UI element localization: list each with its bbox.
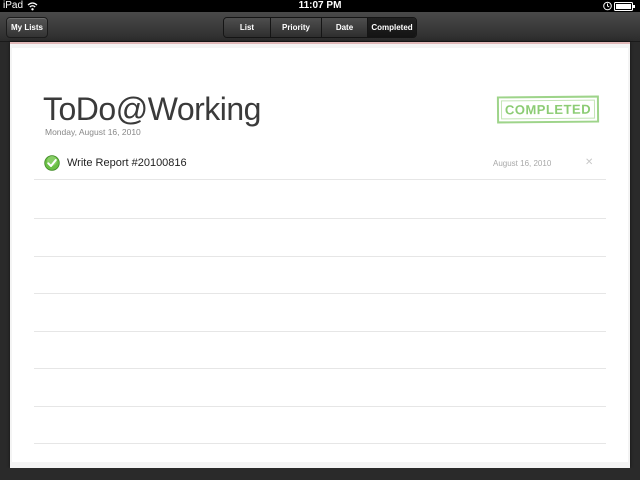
toolbar: My Lists List Priority Date Completed [0, 12, 640, 42]
ruled-line [34, 406, 606, 407]
segment-completed[interactable]: Completed [368, 18, 416, 37]
delete-icon[interactable]: ✕ [585, 157, 593, 168]
segment-list[interactable]: List [224, 18, 271, 37]
sort-segmented-control: List Priority Date Completed [223, 17, 417, 38]
my-lists-button[interactable]: My Lists [6, 17, 48, 38]
segment-priority[interactable]: Priority [271, 18, 322, 37]
battery-icon [614, 2, 635, 11]
ruled-line [34, 368, 606, 369]
task-label[interactable]: Write Report #20100816 [67, 157, 187, 169]
ruled-line [34, 218, 606, 219]
check-icon[interactable] [44, 155, 60, 171]
status-bar: iPad 11:07 PM [0, 0, 640, 12]
completed-stamp: COMPLETED [496, 95, 600, 124]
status-time: 11:07 PM [298, 0, 342, 11]
list-date: Monday, August 16, 2010 [45, 127, 141, 137]
ruled-line [34, 443, 606, 444]
ruled-line [34, 256, 606, 257]
bottom-bar [0, 468, 640, 480]
task-date: August 16, 2010 [493, 159, 552, 168]
list-title: ToDo@Working [43, 91, 261, 127]
ruled-line [34, 331, 606, 332]
ruled-line [34, 293, 606, 294]
lock-icon [603, 1, 612, 11]
segment-date[interactable]: Date [322, 18, 368, 37]
task-row[interactable]: Write Report #20100816 August 16, 2010 ✕ [34, 150, 606, 180]
